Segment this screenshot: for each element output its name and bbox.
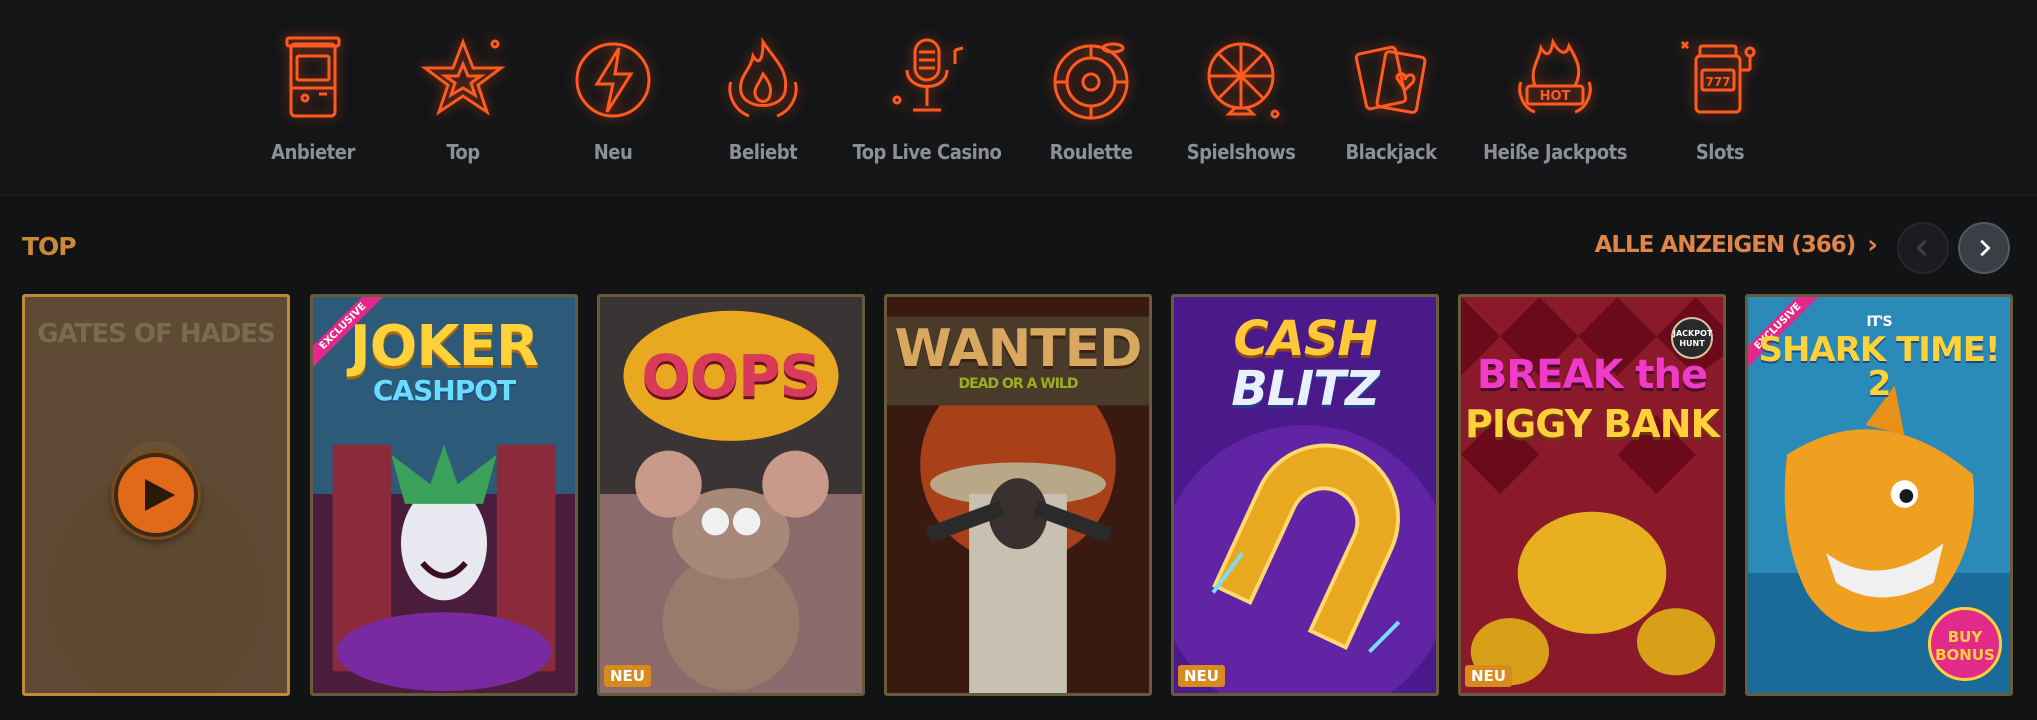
section-title: TOP — [22, 232, 77, 261]
nav-label: Spielshows — [1186, 140, 1296, 164]
chevron-right-icon — [1980, 239, 1991, 257]
carousel-prev-button[interactable] — [1897, 222, 1949, 274]
game-card-cash-blitz[interactable]: CASH BLITZ NEU — [1171, 294, 1439, 696]
game-subtitle: CASHPOT — [372, 374, 516, 407]
nav-label: Top — [446, 140, 480, 164]
nav-item-roulette[interactable]: Roulette — [1016, 22, 1166, 172]
game-title: WANTED — [894, 319, 1143, 379]
buy-bonus-stamp: BUY BONUS — [1928, 607, 2002, 681]
game-pretitle: IT'S — [1866, 314, 1892, 330]
nav-item-top[interactable]: Top — [388, 22, 538, 172]
playing-cards-icon — [1341, 30, 1441, 130]
nav-label: Blackjack — [1345, 140, 1437, 164]
microphone-icon — [877, 30, 977, 130]
game-title: OOPS — [641, 342, 822, 410]
game-title: JOKER — [349, 314, 539, 379]
nav-label: Anbieter — [271, 140, 355, 164]
nav-item-neu[interactable]: Neu — [538, 22, 688, 172]
nav-label: Roulette — [1049, 140, 1133, 164]
nav-label: Top Live Casino — [852, 140, 1002, 164]
svg-text:HOT: HOT — [1540, 89, 1571, 104]
game-card-wanted[interactable]: WANTED DEAD OR A WILD — [884, 294, 1152, 696]
chevron-right-icon: › — [1867, 230, 1878, 260]
nav-item-spielshows[interactable]: Spielshows — [1166, 22, 1316, 172]
category-nav: Anbieter Top Neu Beliebt Top Live Casino… — [0, 0, 2037, 196]
nav-item-beliebt[interactable]: Beliebt — [688, 22, 838, 172]
game-subtitle: PIGGY BANK — [1465, 402, 1720, 446]
game-title: BREAK the — [1476, 352, 1708, 398]
nav-item-slots[interactable]: 777 Slots — [1645, 22, 1795, 172]
game-subtitle: BLITZ — [1231, 361, 1380, 417]
nav-label: Heiße Jackpots — [1483, 140, 1627, 164]
nav-item-heisse-jackpots[interactable]: HOT Heiße Jackpots — [1480, 22, 1630, 172]
game-card-oops[interactable]: OOPS NEU — [597, 294, 865, 696]
game-card-gates-of-hades[interactable]: GATES OF HADES — [22, 294, 290, 696]
new-badge: NEU — [604, 665, 651, 687]
play-button[interactable] — [114, 453, 198, 537]
game-subtitle: DEAD OR A WILD — [958, 376, 1079, 392]
wheel-of-fortune-icon — [1191, 30, 1291, 130]
slot-machine-icon: 777 — [1670, 30, 1770, 130]
game-title: CASH — [1233, 311, 1377, 367]
hot-jackpot-icon: HOT — [1505, 30, 1605, 130]
game-card-joker-cashpot[interactable]: EXCLUSIVE JOKER CASHPOT — [310, 294, 578, 696]
new-badge: NEU — [1465, 665, 1512, 687]
roulette-icon — [1041, 30, 1141, 130]
nav-label: Neu — [593, 140, 633, 164]
chevron-left-icon — [1916, 239, 1927, 257]
lightning-icon — [563, 30, 663, 130]
view-all-label: ALLE ANZEIGEN (366) — [1594, 232, 1857, 258]
nav-item-top-live-casino[interactable]: Top Live Casino — [850, 22, 1004, 172]
nav-label: Beliebt — [728, 140, 798, 164]
game-title: GATES OF HADES — [37, 319, 276, 349]
nav-item-anbieter[interactable]: Anbieter — [238, 22, 388, 172]
play-icon — [145, 479, 175, 511]
nav-item-blackjack[interactable]: Blackjack — [1316, 22, 1466, 172]
game-title: SHARK TIME! 2 — [1758, 330, 2000, 404]
carousel-next-button[interactable] — [1958, 222, 2010, 274]
jackpot-hunt-logo: JACKPOT HUNT — [1671, 317, 1713, 359]
game-card-break-the-piggy-bank[interactable]: BREAK the PIGGY BANK JACKPOT HUNT NEU — [1458, 294, 1726, 696]
nav-label: Slots — [1695, 140, 1745, 164]
arcade-machine-icon — [263, 30, 363, 130]
new-badge: NEU — [1178, 665, 1225, 687]
star-icon — [413, 30, 513, 130]
view-all-link[interactable]: ALLE ANZEIGEN (366) › — [1594, 230, 1878, 260]
svg-text:777: 777 — [1705, 75, 1730, 89]
game-card-shark-time-2[interactable]: EXCLUSIVE IT'S SHARK TIME! 2 BUY BONUS — [1745, 294, 2013, 696]
flame-icon — [713, 30, 813, 130]
